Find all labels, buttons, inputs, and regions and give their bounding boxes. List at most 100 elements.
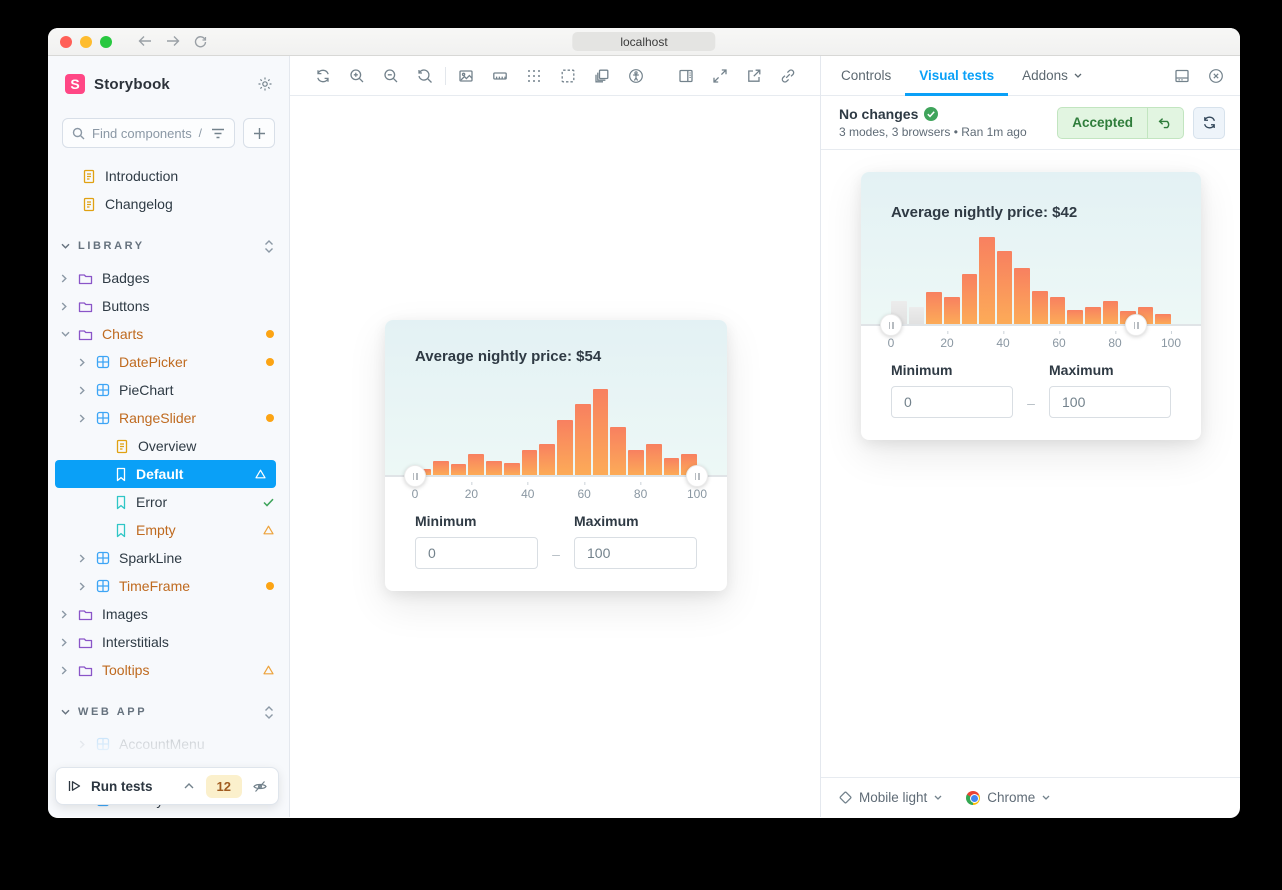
sidebar-item-badges[interactable]: Badges [48,264,289,292]
histogram-bar [926,292,942,324]
backgrounds-icon[interactable] [458,68,474,84]
watch-mode-eye-off-icon[interactable] [252,779,268,794]
sidebar-item-interstitials[interactable]: Interstitials [48,628,289,656]
range-slider-chart: Average nightly price: $54 [385,320,727,477]
search-input[interactable]: Find components / [62,118,235,148]
copy-link-icon[interactable] [780,68,796,84]
collapse-all-icon[interactable] [264,240,274,253]
fullscreen-icon[interactable] [712,68,728,84]
reload-icon[interactable] [194,35,207,48]
chevron-down-icon[interactable] [61,331,70,337]
chevron-right-icon[interactable] [61,302,70,311]
minimum-label: Minimum [891,362,1013,378]
window-titlebar: localhost [48,28,1240,56]
run-tests-label[interactable]: Run tests [91,779,153,794]
chevron-right-icon[interactable] [61,666,70,675]
chevron-right-icon[interactable] [79,358,88,367]
minimum-label: Minimum [415,513,538,529]
browser-selector[interactable]: Chrome [966,790,1050,805]
warning-triangle-icon [263,665,274,675]
zoom-out-icon[interactable] [383,68,399,84]
sidebar-item-error[interactable]: Error [48,488,289,516]
chevron-right-icon[interactable] [61,638,70,647]
measure-icon[interactable] [492,68,508,84]
histogram-bar [433,461,449,475]
chevron-up-icon[interactable] [184,783,194,789]
histogram-bar [1155,314,1171,324]
filter-icon[interactable] [211,128,225,139]
sidebar-item-accountmenu[interactable]: AccountMenu [48,730,289,758]
grid-icon[interactable] [526,68,542,84]
sidebar-item-introduction[interactable]: Introduction [48,162,289,190]
x-axis-tick-label: 0 [412,487,419,501]
range-slider-handle[interactable] [1125,314,1147,336]
range-slider-handle[interactable] [880,314,902,336]
outline-icon[interactable] [560,68,576,84]
collapse-all-icon[interactable] [264,706,274,719]
tab-visual-tests[interactable]: Visual tests [905,56,1008,96]
snapshot-preview-area: Average nightly price: $42 020406080100 … [821,150,1240,777]
rerun-tests-button[interactable] [1193,107,1225,139]
sidebar-item-rangeslider[interactable]: RangeSlider [48,404,289,432]
chevron-right-icon[interactable] [79,582,88,591]
tab-controls[interactable]: Controls [827,56,905,96]
addons-panel: Controls Visual tests Addons No changes [820,56,1240,817]
minimum-input[interactable] [891,386,1013,418]
doc-icon [82,197,96,212]
range-slider-handle[interactable] [404,465,426,487]
chevron-right-icon[interactable] [79,554,88,563]
sidebar-item-default[interactable]: Default [55,460,276,488]
sidebar-item-charts[interactable]: Charts [48,320,289,348]
chevron-right-icon[interactable] [61,610,70,619]
remount-icon[interactable] [315,68,331,84]
chevron-right-icon[interactable] [61,274,70,283]
sidebar-item-images[interactable]: Images [48,600,289,628]
range-slider-handle[interactable] [686,465,708,487]
tab-addons[interactable]: Addons [1008,56,1096,96]
panel-position-icon[interactable] [1174,69,1190,83]
forward-icon[interactable] [166,35,180,47]
sidebar-item-sparkline[interactable]: SparkLine [48,544,289,572]
sidebar-item-buttons[interactable]: Buttons [48,292,289,320]
histogram-bar [1067,310,1083,324]
chevron-right-icon[interactable] [79,414,88,423]
minimum-input[interactable] [415,537,538,569]
accessibility-icon[interactable] [628,68,644,84]
back-icon[interactable] [138,35,152,47]
open-new-tab-icon[interactable] [746,68,762,84]
maximize-window-button[interactable] [100,36,112,48]
histogram-bar [664,458,680,475]
chevron-right-icon[interactable] [79,386,88,395]
range-separator: – [1013,370,1049,411]
sidebar-item-timeframe[interactable]: TimeFrame [48,572,289,600]
maximum-input[interactable] [1049,386,1171,418]
zoom-in-icon[interactable] [349,68,365,84]
section-library[interactable]: LIBRARY [48,232,289,260]
create-story-button[interactable] [243,118,275,148]
settings-gear-icon[interactable] [257,76,273,92]
close-window-button[interactable] [60,36,72,48]
sidebar-item-piechart[interactable]: PieChart [48,376,289,404]
viewport-icon[interactable] [594,68,610,84]
sidebar-item-changelog[interactable]: Changelog [48,190,289,218]
sidebar-item-tooltips[interactable]: Tooltips [48,656,289,684]
sidebar-item-overview[interactable]: Overview [48,432,289,460]
panel-toggle-icon[interactable] [678,68,694,84]
warning-triangle-icon [263,525,274,535]
chevron-right-icon[interactable] [79,740,88,749]
zoom-reset-icon[interactable] [417,68,433,84]
x-axis-tick-label: 60 [578,487,591,501]
histogram-bar [979,237,995,324]
check-circle-icon [924,107,938,121]
mode-selector[interactable]: Mobile light [839,790,942,805]
sidebar-item-empty[interactable]: Empty [48,516,289,544]
minimize-window-button[interactable] [80,36,92,48]
maximum-input[interactable] [574,537,697,569]
accepted-button[interactable]: Accepted [1057,107,1184,139]
sidebar-item-datepicker[interactable]: DatePicker [48,348,289,376]
close-panel-icon[interactable] [1208,68,1224,84]
address-bar[interactable]: localhost [572,32,715,51]
component-icon [96,737,110,751]
section-web-app[interactable]: WEB APP [48,698,289,726]
undo-accept-icon[interactable] [1148,108,1183,138]
